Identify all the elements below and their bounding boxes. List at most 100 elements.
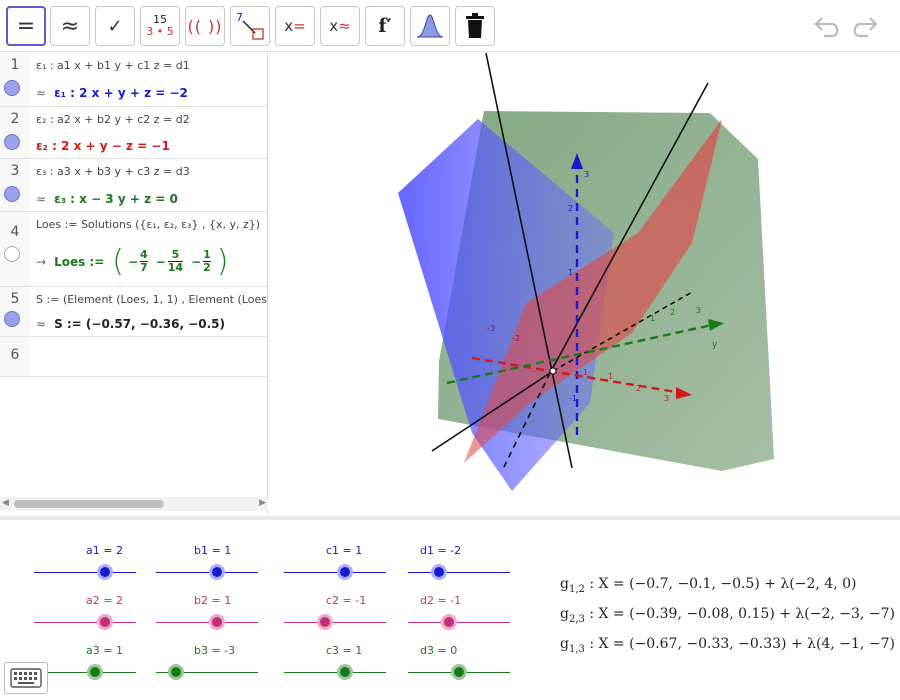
slider-knob[interactable] [87,664,104,680]
slider-b1[interactable]: b1 = 1 [156,544,258,590]
algebra-row-2[interactable]: 2 ε₂ : a2 x + b2 y + c2 z = d2 ε₂ : 2 x … [0,107,267,159]
slider-b3[interactable]: b3 = -3 [156,644,258,690]
solve-tool-button[interactable]: x= [275,6,315,46]
algebra-row-4[interactable]: 4 Loes := Solutions ({ε₁, ε₂, ε₃} , {x, … [0,212,267,287]
slider-track[interactable] [34,572,136,573]
evaluate-tool-button[interactable]: = [6,6,46,46]
trash-icon [466,13,484,38]
slider-track[interactable] [156,622,258,623]
slider-track[interactable] [284,672,386,673]
result-text: ε₁ : 2 x + y + z = −2 [54,86,188,100]
algebra-row-1[interactable]: 1 ε₁ : a1 x + b1 y + c1 z = d1 ≈ ε₁ : 2 x… [0,53,267,107]
keep-input-tool-button[interactable]: ✓ [95,6,135,46]
visibility-toggle[interactable] [4,311,20,327]
slider-c2[interactable]: c2 = -1 [284,594,386,640]
visibility-toggle[interactable] [4,134,20,150]
tool-label: ✓ [107,15,123,37]
op: = [293,17,306,35]
slider-d2[interactable]: d2 = -1 [408,594,510,640]
slider-c3[interactable]: c3 = 1 [284,644,386,690]
line-subscript: 1,3 [568,643,585,655]
z-tick-label: 3 [584,170,589,179]
scroll-right-icon[interactable]: ▶ [259,498,266,508]
slider-knob[interactable] [430,564,447,580]
y-tick-label: 2 [670,308,675,317]
graphics-3d-view[interactable]: 3 2 1 -1 -1 1 2 3 -3 -2 1 2 3 y [272,53,900,515]
slider-track[interactable] [408,622,510,623]
sign: − [127,254,139,269]
row-number: 3 [10,163,20,179]
slider-a2[interactable]: a2 = 2 [34,594,136,640]
tool-label: f′ [378,15,392,37]
slider-track[interactable] [34,672,136,673]
slider-label: d3 = 0 [420,644,458,657]
algebra-row-6-input[interactable]: 6 [0,337,267,377]
algebra-row-5[interactable]: 5 S := (Element (Loes, 1, 1) , Element (… [0,287,267,337]
slider-track[interactable] [408,572,510,573]
slider-knob[interactable] [97,614,114,630]
slider-d1[interactable]: d1 = -2 [408,544,510,590]
line-text: : X = (−0.67, −0.33, −0.33) + λ(4, −1, −… [584,636,895,652]
slider-track[interactable] [156,572,258,573]
row-definition[interactable]: ε₁ : a1 x + b1 y + c1 z = d1 [36,59,190,72]
result-text: ε₂ : 2 x + y − z = −1 [36,139,170,153]
scroll-left-icon[interactable]: ◀ [2,498,9,508]
algebra-row-3[interactable]: 3 ε₃ : a3 x + b3 y + c3 z = d3 ≈ ε₃ : x −… [0,159,267,212]
slider-a1[interactable]: a1 = 2 [34,544,136,590]
graphics-3d-canvas[interactable]: 3 2 1 -1 -1 1 2 3 -3 -2 1 2 3 y [272,53,900,515]
factor-tool-button[interactable]: 15 3 • 5 [140,6,180,46]
slider-b2[interactable]: b2 = 1 [156,594,258,640]
slider-knob[interactable] [209,614,226,630]
tool-label: = [16,13,36,39]
normal-distribution-icon [416,14,444,38]
visibility-toggle[interactable] [4,80,20,96]
row-number: 1 [10,57,20,73]
slider-track[interactable] [34,622,136,623]
row-definition[interactable]: ε₂ : a2 x + b2 y + c2 z = d2 [36,113,190,126]
slider-track[interactable] [284,572,386,573]
redo-icon[interactable] [848,12,880,38]
substitute-tool-button[interactable]: 7 [230,6,270,46]
undo-icon[interactable] [812,12,844,38]
slider-knob[interactable] [209,564,226,580]
algebra-horizontal-scrollbar[interactable]: ◀ ▶ [0,497,268,511]
line-equation-g13[interactable]: g1,3 : X = (−0.67, −0.33, −0.33) + λ(4, … [560,636,895,655]
slider-c1[interactable]: c1 = 1 [284,544,386,590]
row-number: 5 [10,291,20,307]
x: x [284,17,294,35]
probability-tool-button[interactable] [410,6,450,46]
delete-tool-button[interactable] [455,6,495,46]
approx-mark: ≈ [36,86,47,100]
line-equation-g23[interactable]: g2,3 : X = (−0.39, −0.08, 0.15) + λ(−2, … [560,606,895,625]
solution-point-S[interactable] [549,367,557,375]
solve-label: x= [284,17,305,35]
row-definition[interactable]: S := (Element (Loes, 1, 1) , Element (Lo… [36,293,267,306]
row-definition[interactable]: Loes := Solutions ({ε₁, ε₂, ε₃} , {x, y,… [36,218,260,231]
slider-label: a1 = 2 [86,544,123,557]
slider-panel: a1 = 2 b1 = 1 c1 = 1 d1 = -2 a2 = 2 b2 = 1 c2 … [0,520,900,700]
slider-label: c3 = 1 [326,644,363,657]
expand-tool-button[interactable]: (( )) [185,6,225,46]
visibility-toggle[interactable] [4,246,20,262]
row-definition[interactable]: ε₃ : a3 x + b3 y + c3 z = d3 [36,165,190,178]
numerator: 5 [171,248,180,261]
slider-d3[interactable]: d3 = 0 [408,644,510,690]
numeric-tool-button[interactable]: ≈ [50,6,90,46]
slider-knob[interactable] [316,614,333,630]
slider-knob[interactable] [168,664,185,680]
solve-numerically-tool-button[interactable]: x≈ [320,6,360,46]
derivative-tool-button[interactable]: f′ [365,6,405,46]
slider-knob[interactable] [337,564,354,580]
keyboard-button[interactable] [4,662,48,694]
scrollbar-thumb[interactable] [14,500,164,508]
line-equation-g12[interactable]: g1,2 : X = (−0.7, −0.1, −0.5) + λ(−2, 4,… [560,576,856,595]
slider-knob[interactable] [337,664,354,680]
slider-knob[interactable] [97,564,114,580]
x-tick-label: 1 [608,372,613,381]
slider-knob[interactable] [451,664,467,680]
slider-track[interactable] [284,622,386,623]
slider-knob[interactable] [440,614,457,630]
visibility-toggle[interactable] [4,186,20,202]
open-paren: ( [112,244,124,279]
slider-a3[interactable]: a3 = 1 [34,644,136,690]
